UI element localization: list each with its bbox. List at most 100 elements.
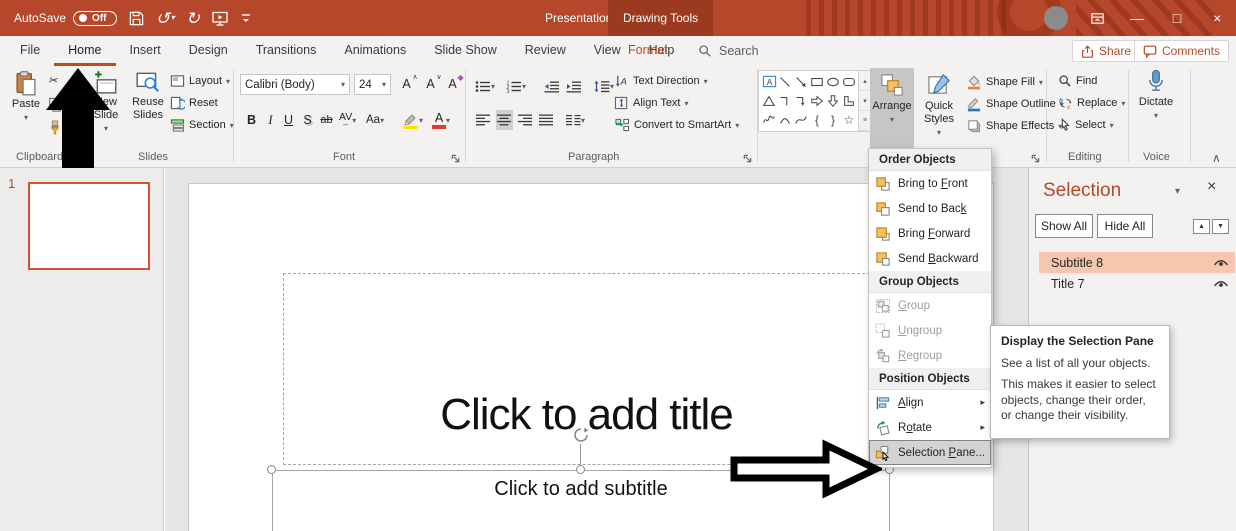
underline-button[interactable]: U: [280, 110, 297, 130]
tab-file[interactable]: File: [6, 36, 54, 66]
selection-item-title-7[interactable]: Title 7: [1039, 273, 1235, 294]
menu-item-ungroup[interactable]: Ungroup: [869, 318, 991, 343]
autosave-toggle[interactable]: AutoSave Off: [14, 10, 117, 26]
tab-slide-show[interactable]: Slide Show: [420, 36, 511, 66]
format-painter-button[interactable]: [48, 120, 62, 135]
shape-fill-button[interactable]: Shape Fill ▾: [966, 74, 1043, 90]
clear-formatting-button[interactable]: A ◆: [444, 73, 463, 94]
align-center-button[interactable]: [496, 110, 513, 130]
new-slide-button[interactable]: New Slide ▾: [86, 70, 126, 134]
rect-shape-icon[interactable]: [809, 74, 825, 90]
paste-button[interactable]: Paste ▾: [6, 70, 46, 123]
shape-effects-button[interactable]: Shape Effects ▾: [966, 118, 1062, 134]
menu-item-group[interactable]: Group: [869, 293, 991, 318]
change-case-button[interactable]: Aa ▾: [366, 110, 384, 130]
character-spacing-button[interactable]: AV ↔ ▾: [339, 110, 356, 130]
clipboard-dialog-launcher-icon[interactable]: [60, 153, 71, 164]
quick-styles-button[interactable]: Quick Styles ▾: [916, 68, 962, 148]
tab-format[interactable]: Format: [622, 36, 674, 65]
increase-font-size-button[interactable]: A ∧: [398, 74, 417, 94]
minimize-button[interactable]: —: [1118, 0, 1156, 36]
tab-design[interactable]: Design: [175, 36, 242, 66]
tab-home[interactable]: Home: [54, 36, 116, 66]
show-all-button[interactable]: Show All: [1035, 214, 1093, 238]
eye-icon[interactable]: [1213, 279, 1229, 289]
oval-shape-icon[interactable]: [825, 74, 841, 90]
menu-item-bring-forward[interactable]: Bring Forward: [869, 221, 991, 246]
italic-button[interactable]: I: [262, 110, 279, 130]
highlight-color-button[interactable]: ▾: [402, 110, 423, 130]
increase-indent-button[interactable]: [565, 76, 582, 96]
resize-handle[interactable]: [267, 465, 276, 474]
numbering-button[interactable]: 1 2 3 ▾: [506, 76, 526, 96]
decrease-font-size-button[interactable]: A ∨: [422, 74, 441, 94]
font-dialog-launcher-icon[interactable]: [450, 153, 461, 164]
arc-shape-icon[interactable]: [777, 112, 793, 128]
brace-right-shape-icon[interactable]: }: [825, 112, 841, 128]
subtitle-placeholder-text[interactable]: Click to add subtitle: [272, 478, 890, 501]
menu-item-regroup[interactable]: Regroup: [869, 343, 991, 368]
copy-button[interactable]: ▾: [48, 97, 70, 112]
avatar[interactable]: [1044, 6, 1068, 30]
menu-item-align[interactable]: Align ▸: [869, 390, 991, 415]
dictate-button[interactable]: Dictate ▾: [1134, 68, 1178, 121]
decrease-indent-button[interactable]: [543, 76, 560, 96]
drawing-tools-contextual-tab[interactable]: Drawing Tools: [608, 0, 714, 36]
text-direction-button[interactable]: A Text Direction ▾: [614, 74, 708, 88]
menu-item-rotate[interactable]: Rotate ▸: [869, 415, 991, 440]
replace-button[interactable]: b c Replace ▾: [1058, 96, 1125, 110]
menu-item-send-backward[interactable]: Send Backward: [869, 246, 991, 271]
close-button[interactable]: ×: [1198, 0, 1236, 36]
convert-to-smartart-button[interactable]: Convert to SmartArt ▾: [614, 118, 739, 132]
move-up-icon[interactable]: ▲: [1193, 219, 1210, 234]
save-button[interactable]: [128, 10, 145, 27]
tab-review[interactable]: Review: [511, 36, 580, 66]
find-button[interactable]: Find: [1058, 74, 1097, 88]
justify-button[interactable]: [538, 110, 555, 130]
elbow-arrow-shape-icon[interactable]: [793, 93, 809, 109]
block-arrow-down-shape-icon[interactable]: [825, 93, 841, 109]
hide-all-button[interactable]: Hide All: [1097, 214, 1153, 238]
bullets-button[interactable]: ▾: [475, 76, 495, 96]
block-arrow-right-shape-icon[interactable]: [809, 93, 825, 109]
tab-transitions[interactable]: Transitions: [242, 36, 331, 66]
arrange-button[interactable]: Arrange ▾: [870, 68, 914, 148]
section-button[interactable]: Section ▾: [170, 118, 234, 132]
start-slideshow-button[interactable]: [211, 10, 229, 27]
layout-button[interactable]: Layout ▾: [170, 74, 230, 88]
scribble-shape-icon[interactable]: [761, 112, 777, 128]
selection-item-subtitle-8[interactable]: Subtitle 8: [1039, 252, 1235, 273]
tab-insert[interactable]: Insert: [116, 36, 175, 66]
customize-qat-button[interactable]: [240, 11, 252, 25]
font-color-button[interactable]: A ▾: [432, 110, 450, 130]
line-spacing-button[interactable]: ▾: [594, 76, 614, 96]
maximize-button[interactable]: □: [1158, 0, 1196, 36]
share-button[interactable]: Share: [1072, 40, 1141, 62]
corner-shape-icon[interactable]: [841, 93, 857, 109]
triangle-shape-icon[interactable]: [761, 93, 777, 109]
resize-handle[interactable]: [576, 465, 585, 474]
cut-button[interactable]: ✂: [48, 74, 57, 87]
comments-button[interactable]: Comments: [1134, 40, 1230, 62]
tab-animations[interactable]: Animations: [330, 36, 420, 66]
shape-outline-button[interactable]: Shape Outline ▾: [966, 96, 1064, 112]
search-box[interactable]: Search: [698, 36, 759, 66]
drawing-dialog-launcher-icon[interactable]: [1030, 153, 1041, 164]
textbox-shape-icon[interactable]: A: [761, 74, 777, 90]
ribbon-display-options-button[interactable]: [1078, 0, 1116, 36]
star-shape-icon[interactable]: ☆: [841, 112, 857, 128]
redo-button[interactable]: ↻: [186, 10, 200, 27]
rotation-handle-icon[interactable]: [572, 426, 590, 444]
brace-left-shape-icon[interactable]: {: [809, 112, 825, 128]
menu-item-bring-to-front[interactable]: Bring to Front: [869, 171, 991, 196]
menu-item-send-to-back[interactable]: Send to Back: [869, 196, 991, 221]
eye-icon[interactable]: [1213, 258, 1229, 268]
curve-shape-icon[interactable]: [793, 112, 809, 128]
menu-item-selection-pane[interactable]: Selection Pane...: [869, 440, 991, 465]
columns-button[interactable]: ▾: [566, 110, 585, 130]
align-text-button[interactable]: Align Text ▾: [614, 96, 689, 110]
select-button[interactable]: Select ▾: [1058, 118, 1114, 132]
arrow-shape-icon[interactable]: [793, 74, 809, 90]
elbow-shape-icon[interactable]: [777, 93, 793, 109]
move-down-icon[interactable]: ▼: [1212, 219, 1229, 234]
